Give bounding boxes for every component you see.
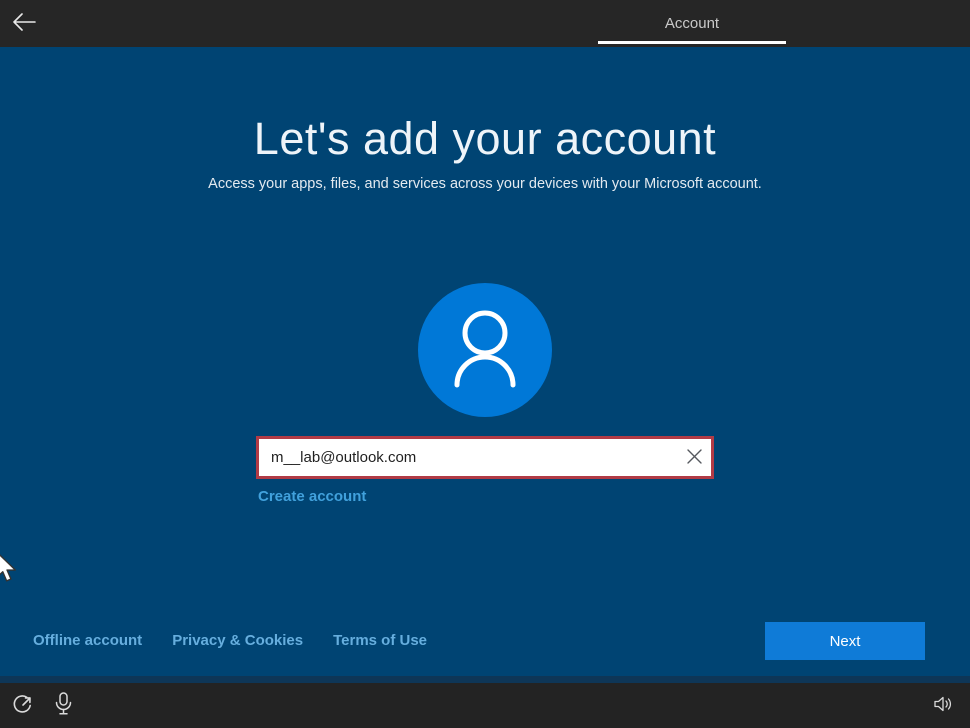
create-account-link[interactable]: Create account bbox=[258, 488, 366, 505]
privacy-cookies-link[interactable]: Privacy & Cookies bbox=[172, 632, 303, 649]
user-icon bbox=[445, 305, 525, 396]
taskbar bbox=[0, 683, 970, 728]
volume-button[interactable] bbox=[922, 683, 962, 728]
microphone-icon bbox=[55, 691, 72, 720]
clear-input-button[interactable] bbox=[677, 439, 711, 476]
back-arrow-icon bbox=[12, 12, 36, 34]
close-icon bbox=[686, 448, 702, 467]
footer-links: Offline account Privacy & Cookies Terms … bbox=[33, 632, 427, 649]
avatar bbox=[418, 283, 552, 417]
back-button[interactable] bbox=[6, 6, 42, 40]
tab-active-underline bbox=[598, 41, 786, 44]
page-subtitle: Access your apps, files, and services ac… bbox=[208, 176, 762, 192]
microphone-button[interactable] bbox=[43, 683, 83, 728]
main-content: Let's add your account Access your apps,… bbox=[0, 47, 970, 676]
email-input[interactable] bbox=[259, 439, 677, 476]
tab-account-label: Account bbox=[664, 15, 720, 32]
ease-of-access-icon bbox=[11, 692, 35, 719]
offline-account-link[interactable]: Offline account bbox=[33, 632, 142, 649]
next-button[interactable]: Next bbox=[765, 622, 925, 660]
tab-account[interactable]: Account bbox=[598, 0, 786, 47]
volume-icon bbox=[933, 696, 952, 715]
email-field-container bbox=[256, 436, 714, 479]
ease-of-access-button[interactable] bbox=[3, 683, 43, 728]
oobe-account-screen: Account Let's add your account Access yo… bbox=[0, 0, 970, 728]
taskbar-top-shadow bbox=[0, 676, 970, 683]
page-title: Let's add your account bbox=[253, 113, 717, 164]
terms-of-use-link[interactable]: Terms of Use bbox=[333, 632, 427, 649]
titlebar: Account bbox=[0, 0, 970, 47]
